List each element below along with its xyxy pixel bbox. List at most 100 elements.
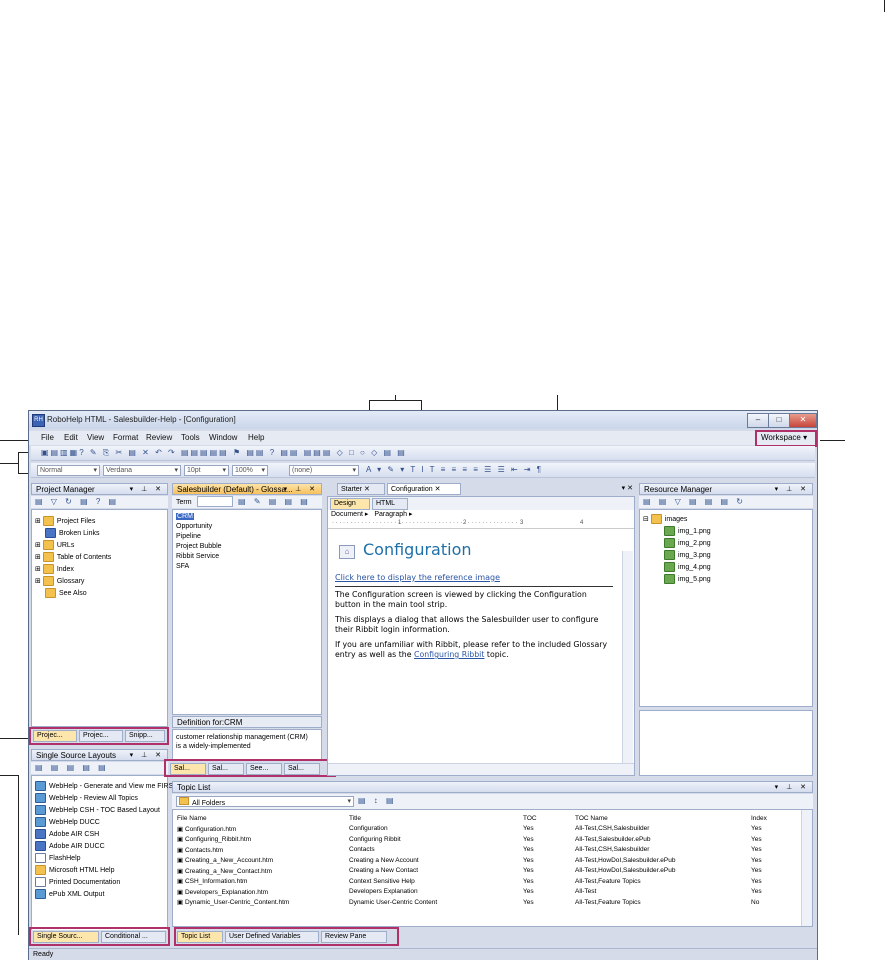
tree-item-toc[interactable]: ⊞ Table of Contents [35,552,111,562]
topic-list-actions[interactable]: ▤ ↕ ▤ [358,796,397,805]
layout-item[interactable]: Microsoft HTML Help [35,865,114,875]
layout-item[interactable]: WebHelp - Generate and View me FIRST [35,781,178,791]
col-index[interactable]: Index [751,813,801,824]
maximize-button[interactable]: □ [768,413,790,428]
tab-topic-list[interactable]: Topic List [177,931,223,943]
table-row[interactable]: ▣ Contacts.htm Contacts Yes All-Test,CSH,Sa… [177,845,807,856]
standard-toolbar-icons[interactable]: ▣▤▥▦? ✎ ⎘ ✂ ▤ ✕ ↶ ↷ ▤▤▤▤▤ ⚑ ▤▤ ? ▤▤ ▤▤▤ … [41,448,681,459]
folder-filter-select[interactable]: All Folders [176,796,354,807]
image-file[interactable]: img_3.png [664,550,711,560]
tab-project-2[interactable]: Projec... [79,730,123,742]
menu-window[interactable]: Window [209,433,237,442]
font-select[interactable]: Verdana [103,465,181,476]
tree-item-images-folder[interactable]: ⊟ images [643,514,687,524]
layout-item[interactable]: Printed Documentation [35,877,120,887]
format-buttons[interactable]: A ▾ ✎ ▾ T I T ≡ ≡ ≡ ≡ ☰ ☰ ⇤ ⇥ ¶ [366,465,626,476]
document-area[interactable]: ⌂ Configuration Click here to display th… [333,535,621,761]
menu-edit[interactable]: Edit [64,433,78,442]
layout-item[interactable]: Adobe AIR CSH [35,829,99,839]
tab-snippets[interactable]: Snipp... [125,730,165,742]
design-view-tab[interactable]: Design [330,498,370,510]
breadcrumb-paragraph[interactable]: Paragraph ▸ [374,511,412,518]
glossary-term[interactable]: CRM [176,513,194,520]
single-source-header[interactable]: Single Source Layouts ▾ ⊥ ✕ [31,749,168,761]
panel-controls[interactable]: ▾ ⊥ ✕ [284,484,318,495]
glossary-action-icons[interactable]: ▤ ✎ ▤ ▤ ▤ [238,497,311,506]
breadcrumb-document[interactable]: Document ▸ [331,511,368,518]
menu-review[interactable]: Review [146,433,172,442]
layout-item[interactable]: ePub XML Output [35,889,104,899]
table-row[interactable]: ▣ Dynamic_User-Centric_Content.htm Dynami… [177,897,807,908]
style-select[interactable]: Normal [37,465,100,476]
tab-glossary-2[interactable]: Sal... [208,763,244,775]
zoom-select[interactable]: 100% [232,465,268,476]
glossary-term[interactable]: SFA [176,563,189,570]
workspace-button[interactable]: Workspace ▾ [757,432,819,444]
table-row[interactable]: ▣ Configuration.htm Configuration Yes All-T… [177,824,807,835]
image-file[interactable]: img_4.png [664,562,711,572]
table-row[interactable]: ▣ CSH_Information.htm Context Sensitive H… [177,876,807,887]
col-toc[interactable]: TOC [523,813,575,824]
tree-item-urls[interactable]: ⊞ URLs [35,540,74,550]
menu-tools[interactable]: Tools [181,433,200,442]
table-row[interactable]: ▣ Developers_Explanation.htm Developers E… [177,887,807,898]
definition-text-area[interactable]: customer relationship management (CRM) i… [172,729,322,761]
tab-glossary-3[interactable]: Sal... [284,763,320,775]
tree-item-index[interactable]: ⊞ Index [35,564,74,574]
size-select[interactable]: 10pt [184,465,229,476]
topic-list-header[interactable]: Topic List ▾ ⊥ ✕ [172,781,813,793]
tab-user-defined-variables[interactable]: User Defined Variables [225,931,319,943]
project-manager-header[interactable]: Project Manager ▾ ⊥ ✕ [31,483,168,495]
editor-vertical-scrollbar[interactable] [622,551,633,763]
single-source-toolbar[interactable]: ▤ ▤ ▤ ▤ ▤ [31,762,168,774]
term-input[interactable] [196,496,233,508]
image-file[interactable]: img_2.png [664,538,711,548]
tab-conditional[interactable]: Conditional ... [101,931,166,943]
layout-item[interactable]: WebHelp DUCC [35,817,100,827]
menu-format[interactable]: Format [113,433,138,442]
editor-horizontal-scrollbar[interactable] [328,763,634,775]
layout-item[interactable]: FlashHelp [35,853,81,863]
tab-configuration[interactable]: Configuration ✕ [387,483,461,495]
project-manager-toolbar[interactable]: ▤ ▽ ↻ ▤ ? ▤ [31,496,168,508]
tree-item-project-files[interactable]: ⊞ Project Files [35,516,95,526]
tab-project-1[interactable]: Projec... [33,730,77,742]
menu-help[interactable]: Help [248,433,264,442]
image-file[interactable]: img_1.png [664,526,711,536]
table-row[interactable]: ▣ Creating_a_New_Account.htm Creating a N… [177,855,807,866]
glossary-term[interactable]: Ribbit Service [176,553,219,560]
tab-review-pane[interactable]: Review Pane [321,931,387,943]
glossary-term[interactable]: Pipeline [176,533,201,540]
close-button[interactable]: ✕ [789,413,817,428]
table-row[interactable]: ▣ Configuring_Ribbit.htm Configuring Ribb… [177,834,807,845]
css-select[interactable]: (none) [289,465,359,476]
layout-item[interactable]: Adobe AIR DUCC [35,841,105,851]
tree-item-see-also[interactable]: See Also [45,588,87,598]
menu-file[interactable]: File [41,433,54,442]
resource-manager-toolbar[interactable]: ▤ ▤ ▽ ▤ ▤ ▤ ↻ [639,496,813,508]
panel-controls[interactable]: ▾ ⊥ ✕ [130,750,164,761]
tab-see-also[interactable]: See... [246,763,282,775]
tab-single-source[interactable]: Single Sourc... [33,931,99,943]
menu-view[interactable]: View [87,433,104,442]
col-file-name[interactable]: File Name [177,813,349,824]
col-title[interactable]: Title [349,813,523,824]
configuring-ribbit-link[interactable]: Configuring Ribbit [414,650,484,659]
tree-item-broken-links[interactable]: Broken Links [45,528,99,538]
glossary-term[interactable]: Opportunity [176,523,212,530]
layout-item[interactable]: WebHelp - Review All Topics [35,793,138,803]
image-file[interactable]: img_5.png [664,574,711,584]
tab-starter[interactable]: Starter ✕ [337,483,385,495]
table-row[interactable]: ▣ Creating_a_New_Contact.htm Creating a N… [177,866,807,877]
panel-controls[interactable]: ▾ ⊥ ✕ [775,782,809,793]
editor-tab-controls[interactable]: ▾ ✕ [622,484,633,492]
minimize-button[interactable]: – [747,413,769,428]
layout-item[interactable]: WebHelp CSH - TOC Based Layout [35,805,160,815]
resource-manager-header[interactable]: Resource Manager ▾ ⊥ ✕ [639,483,813,495]
html-view-tab[interactable]: HTML [372,498,408,510]
tab-glossary-1[interactable]: Sal... [170,763,206,775]
topic-list-scrollbar[interactable] [801,810,812,926]
panel-controls[interactable]: ▾ ⊥ ✕ [775,484,809,495]
glossary-header[interactable]: Salesbuilder (Default) - Glossa... ▾ ⊥ ✕ [172,483,322,495]
reference-image-link[interactable]: Click here to display the reference imag… [335,573,500,582]
